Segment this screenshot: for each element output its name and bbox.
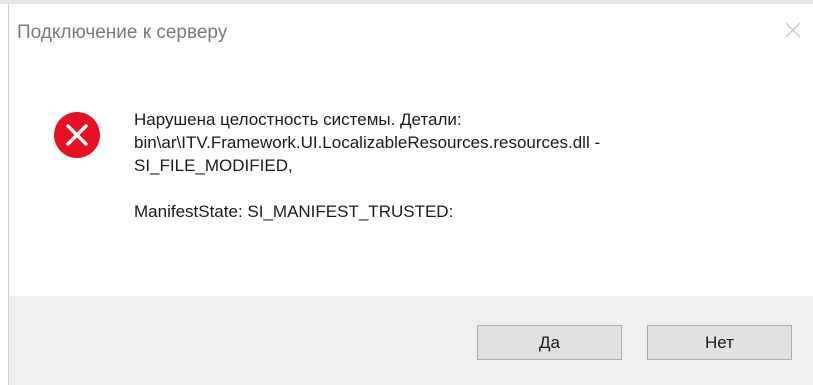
dialog-title: Подключение к серверу bbox=[17, 22, 228, 43]
no-button[interactable]: Нет bbox=[647, 325, 792, 360]
message-line: Нарушена целостность системы. Детали: bbox=[134, 110, 462, 129]
manifest-state-line: ManifestState: SI_MANIFEST_TRUSTED: bbox=[134, 202, 454, 221]
message-line: bin\ar\ITV.Framework.UI.LocalizableResou… bbox=[134, 133, 601, 152]
message-line: SI_FILE_MODIFIED, bbox=[134, 156, 293, 175]
error-icon bbox=[53, 111, 101, 159]
message-text: Нарушена целостность системы. Детали: bi… bbox=[134, 108, 794, 223]
button-bar: Да Нет bbox=[9, 296, 813, 385]
close-icon bbox=[785, 22, 801, 38]
yes-button[interactable]: Да bbox=[477, 325, 622, 360]
close-button[interactable] bbox=[781, 18, 805, 42]
message-dialog: Подключение к серверу Нарушена целостнос… bbox=[8, 4, 813, 385]
